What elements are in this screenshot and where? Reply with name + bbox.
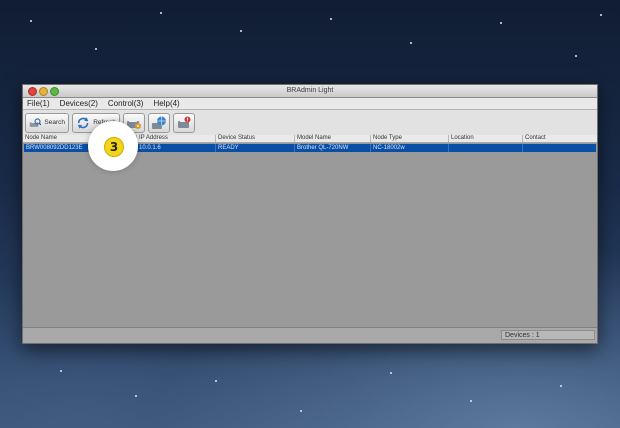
star: [30, 20, 32, 22]
star: [215, 380, 217, 382]
printer-warning-icon: [178, 116, 191, 128]
star: [470, 400, 472, 402]
column-ip-address[interactable]: IP Address: [137, 135, 216, 142]
menu-control[interactable]: Control(3): [108, 99, 144, 108]
cell-location: [449, 144, 523, 152]
search-button[interactable]: Search: [25, 112, 69, 133]
step-number-badge: 3: [104, 137, 124, 157]
star: [60, 370, 62, 372]
star: [500, 22, 502, 24]
title-bar: BRAdmin Light: [23, 85, 597, 98]
unconfigured-devices-button[interactable]: [173, 112, 195, 133]
menu-bar: File(1) Devices(2) Control(3) Help(4): [23, 98, 597, 110]
globe-printer-icon: [152, 116, 166, 129]
menu-file[interactable]: File(1): [27, 99, 50, 108]
zoom-window-button[interactable]: [50, 87, 59, 96]
network-settings-button[interactable]: [148, 112, 170, 133]
star: [560, 385, 562, 387]
star: [300, 410, 302, 412]
star: [135, 395, 137, 397]
column-contact[interactable]: Contact: [523, 135, 597, 142]
star: [410, 42, 412, 44]
cell-ip-address: 10.0.1.6: [137, 144, 216, 152]
cell-device-status: READY: [216, 144, 295, 152]
search-printer-icon: [29, 117, 42, 127]
search-button-label: Search: [44, 119, 65, 126]
cell-contact: [523, 144, 596, 152]
cell-node-type: NC-18002w: [371, 144, 449, 152]
minimize-window-button[interactable]: [39, 87, 48, 96]
device-count: Devices : 1: [501, 330, 595, 340]
step-callout-highlight: 3: [88, 121, 138, 171]
refresh-icon: [77, 116, 89, 129]
star: [240, 30, 242, 32]
star: [575, 55, 577, 57]
column-location[interactable]: Location: [449, 135, 523, 142]
status-bar: Devices : 1: [23, 327, 597, 343]
column-model-name[interactable]: Model Name: [295, 135, 371, 142]
star: [390, 372, 392, 374]
star: [160, 12, 162, 14]
column-device-status[interactable]: Device Status: [216, 135, 295, 142]
close-window-button[interactable]: [28, 87, 37, 96]
window-title: BRAdmin Light: [286, 87, 334, 94]
column-node-type[interactable]: Node Type: [371, 135, 449, 142]
star: [600, 14, 602, 16]
star: [330, 18, 332, 20]
star: [95, 48, 97, 50]
menu-help[interactable]: Help(4): [153, 99, 179, 108]
cell-model-name: Brother QL-720NW: [295, 144, 371, 152]
menu-devices[interactable]: Devices(2): [60, 99, 98, 108]
